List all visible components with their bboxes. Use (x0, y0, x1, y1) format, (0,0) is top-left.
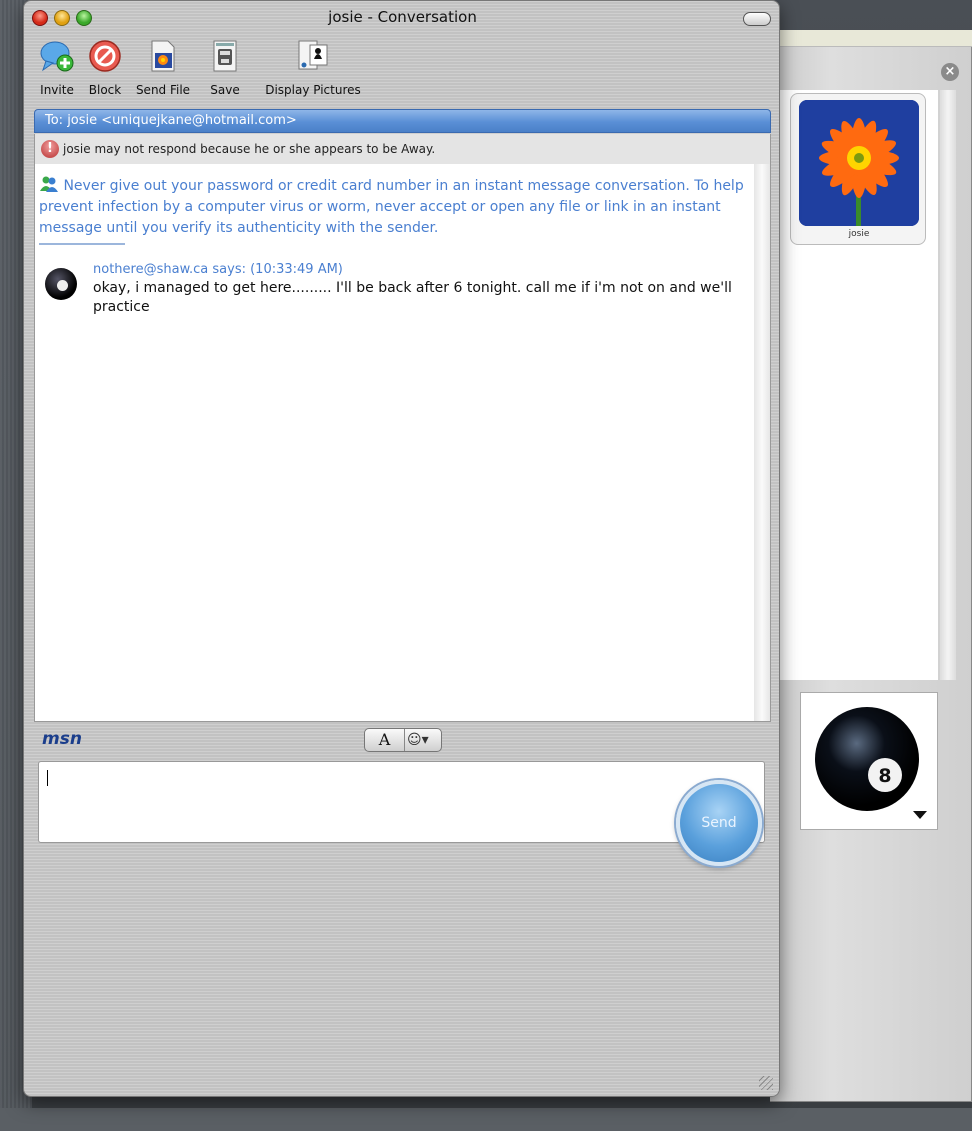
conversation-window: josie - Conversation Invite Block Send F… (23, 0, 780, 1097)
panel-close-icon[interactable]: × (941, 63, 959, 81)
text-caret (47, 770, 48, 786)
toolbar: Invite Block Send File Save Display Pict… (32, 37, 732, 103)
invite-icon (40, 41, 74, 72)
toolbar-toggle-button[interactable] (743, 12, 771, 26)
block-icon (89, 40, 121, 72)
block-label: Block (88, 83, 122, 97)
desktop-bottom-strip (0, 1108, 972, 1131)
chevron-down-icon[interactable] (913, 811, 927, 819)
invite-button[interactable]: Invite (32, 37, 82, 101)
format-controls: A ☺▾ (364, 728, 442, 752)
contact-display-picture (799, 100, 919, 226)
display-pictures-icon (298, 40, 328, 70)
my-display-picture[interactable]: 8 (800, 692, 938, 830)
send-button[interactable]: Send (676, 780, 762, 866)
security-warning: Never give out your password or credit c… (39, 176, 745, 239)
invite-label: Invite (40, 83, 74, 97)
message-sender: nothere@shaw.ca says: (10:33:49 AM) (93, 262, 343, 277)
title-bar[interactable]: josie - Conversation (24, 1, 779, 41)
away-notice: ! josie may not respond because he or sh… (34, 134, 771, 164)
window-title: josie - Conversation (328, 8, 477, 26)
block-button[interactable]: Block (82, 37, 128, 101)
away-notice-text: josie may not respond because he or she … (63, 142, 436, 156)
send-file-button[interactable]: Send File (130, 37, 196, 101)
alert-icon: ! (41, 140, 59, 158)
save-icon (213, 40, 237, 72)
messenger-buddies-icon (40, 176, 58, 192)
contact-name: josie (848, 229, 870, 239)
resize-grip-icon[interactable] (759, 1076, 773, 1090)
emoticon-button[interactable]: ☺▾ (407, 731, 429, 749)
transcript-scrollbar[interactable] (754, 164, 771, 722)
font-button[interactable]: A (365, 729, 405, 751)
message-input[interactable] (38, 761, 765, 843)
recipient-bar: To: josie <uniquejkane@hotmail.com> (34, 109, 771, 133)
msn-logo: msn (42, 729, 82, 749)
send-file-label: Send File (135, 83, 191, 97)
svg-text:8: 8 (878, 765, 891, 787)
display-pictures-button[interactable]: Display Pictures (258, 37, 368, 101)
divider (39, 243, 125, 245)
contact-card[interactable]: josie (790, 93, 926, 245)
message-text: okay, i managed to get here......... I'l… (93, 280, 732, 315)
display-pictures-label: Display Pictures (265, 83, 361, 97)
send-file-icon (151, 40, 175, 72)
contact-list-scrollbar[interactable] (940, 90, 956, 680)
save-button[interactable]: Save (202, 37, 248, 101)
contact-panel-top-bar (770, 30, 972, 47)
save-label: Save (210, 83, 240, 97)
conversation-transcript: Never give out your password or credit c… (34, 164, 754, 722)
security-warning-text: Never give out your password or credit c… (39, 178, 744, 236)
format-toolbar: msn A ☺▾ (34, 723, 771, 759)
sender-avatar (45, 268, 77, 300)
